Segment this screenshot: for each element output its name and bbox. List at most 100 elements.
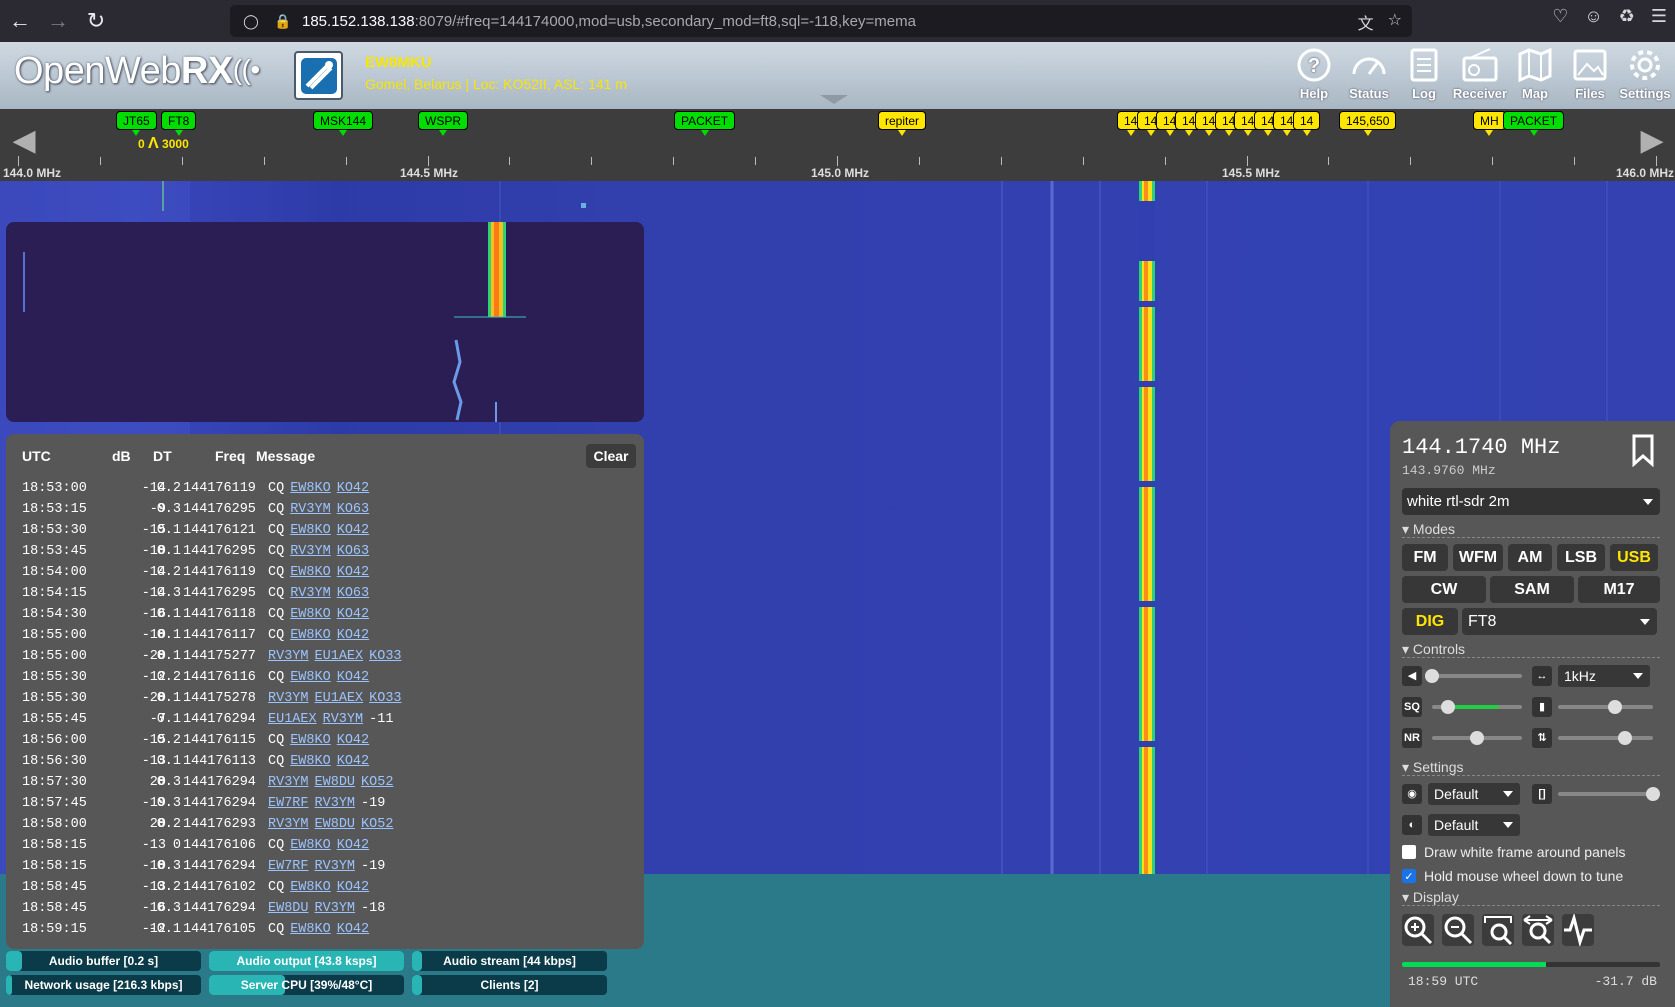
zoom-in-button[interactable]	[1402, 914, 1434, 946]
section-controls[interactable]: ▾ Controls	[1402, 641, 1660, 658]
pocket-icon[interactable]: ♡	[1552, 6, 1568, 27]
sdr-profile-select[interactable]: white rtl-sdr 2m	[1402, 488, 1660, 515]
bookmark-ft8[interactable]: FT8	[161, 111, 197, 136]
gain-icon[interactable]: ⇅	[1532, 728, 1552, 748]
frequency-scale[interactable]: ◀ ▶ JT65 FT8 MSK144 WSPR PACKET repiter 14 14 14…	[0, 109, 1675, 181]
wheel-tune-checkbox[interactable]: ✓	[1402, 869, 1416, 883]
callsign-link[interactable]: RV3YM	[315, 901, 356, 916]
header-collapse-toggle[interactable]	[820, 95, 848, 104]
mode-fm-button[interactable]: FM	[1402, 544, 1448, 571]
callsign-link[interactable]: RV3YM	[268, 691, 309, 706]
bookmark-msk144[interactable]: MSK144	[313, 111, 374, 136]
zoom-out-button[interactable]	[1442, 914, 1474, 946]
callsign-link[interactable]: KO42	[337, 880, 369, 895]
agc-icon[interactable]: ▮	[1532, 697, 1552, 717]
callsign-link[interactable]: EU1AEX	[315, 691, 364, 706]
callsign-link[interactable]: KO42	[337, 523, 369, 538]
callsign-link[interactable]: EW8KO	[290, 670, 331, 685]
white-frame-checkbox-row[interactable]: Draw white frame around panels	[1402, 844, 1626, 860]
callsign-link[interactable]: EW8KO	[290, 523, 331, 538]
secondary-waterfall[interactable]	[6, 222, 644, 422]
callsign-link[interactable]: EU1AEX	[315, 649, 364, 664]
squelch-slider-knob[interactable]	[1441, 700, 1456, 714]
callsign-link[interactable]: EW8KO	[290, 607, 331, 622]
callsign-link[interactable]: RV3YM	[268, 649, 309, 664]
callsign-link[interactable]: KO33	[369, 649, 401, 664]
callsign-link[interactable]: RV3YM	[315, 796, 356, 811]
callsign-link[interactable]: KO52	[361, 775, 393, 790]
status-button[interactable]: Status	[1341, 46, 1397, 106]
contrast-select[interactable]: Default	[1428, 814, 1520, 836]
callsign-link[interactable]: KO42	[337, 607, 369, 622]
translate-icon[interactable]: 文	[1358, 10, 1374, 34]
callsign-link[interactable]: EW8KO	[290, 838, 331, 853]
bookmark-mh[interactable]: MH	[1473, 111, 1506, 136]
bookmark-star-icon[interactable]: ☆	[1388, 10, 1402, 34]
noise-reduction-icon[interactable]: NR	[1402, 728, 1422, 748]
callsign-link[interactable]: KO42	[337, 754, 369, 769]
white-frame-checkbox[interactable]	[1402, 845, 1416, 859]
callsign-link[interactable]: EW8DU	[315, 775, 356, 790]
account-icon[interactable]: ☺	[1584, 6, 1602, 27]
bandwidth-icon[interactable]: ↔	[1532, 666, 1552, 686]
callsign-link[interactable]: KO42	[337, 670, 369, 685]
menu-icon[interactable]: ☰	[1651, 6, 1667, 27]
bookmark-jt65[interactable]: JT65	[116, 111, 157, 136]
section-display[interactable]: ▾ Display	[1402, 889, 1660, 906]
noise-reduction-slider-knob[interactable]	[1470, 731, 1484, 745]
callsign-link[interactable]: RV3YM	[290, 586, 331, 601]
callsign-link[interactable]: EW8KO	[290, 880, 331, 895]
agc-slider[interactable]	[1558, 700, 1653, 714]
callsign-link[interactable]: KO52	[361, 817, 393, 832]
add-bookmark-icon[interactable]	[1628, 433, 1658, 467]
reload-icon[interactable]: ↻	[78, 5, 114, 37]
spectrum-toggle-button[interactable]	[1562, 912, 1594, 948]
address-bar[interactable]: ◯ 🔒 185.152.138.138:8079/#freq=144174000…	[230, 5, 1412, 37]
help-button[interactable]: ? Help	[1286, 46, 1342, 106]
tuning-step-select[interactable]: 1kHz	[1558, 665, 1650, 687]
bookmark-repiter[interactable]: repiter	[878, 111, 927, 136]
callsign-link[interactable]: EW7RF	[268, 859, 309, 874]
callsign-link[interactable]: RV3YM	[268, 775, 309, 790]
volume-slider-knob[interactable]	[1425, 669, 1439, 683]
passband-indicator[interactable]: 0 Λ 3000	[138, 135, 189, 153]
bookmark-14[interactable]: 14	[1293, 111, 1321, 136]
mode-sam-button[interactable]: SAM	[1490, 576, 1574, 603]
wheel-tune-checkbox-row[interactable]: ✓ Hold mouse wheel down to tune	[1402, 868, 1623, 884]
scroll-left-arrow-icon[interactable]: ◀	[6, 123, 42, 159]
callsign-link[interactable]: RV3YM	[290, 544, 331, 559]
extensions-icon[interactable]: ♻	[1619, 6, 1635, 27]
bookmark-wspr[interactable]: WSPR	[418, 111, 468, 136]
callsign-link[interactable]: RV3YM	[290, 502, 331, 517]
forward-arrow-icon[interactable]: →	[40, 5, 76, 37]
files-button[interactable]: Files	[1562, 46, 1618, 106]
lock-icon[interactable]: 🔒	[272, 13, 294, 30]
callsign-link[interactable]: EW8KO	[290, 922, 331, 937]
mode-lsb-button[interactable]: LSB	[1557, 544, 1605, 571]
bookmark-145-650[interactable]: 145,650	[1339, 111, 1397, 136]
mode-am-button[interactable]: AM	[1508, 544, 1552, 571]
callsign-link[interactable]: EW7RF	[268, 796, 309, 811]
contrast-icon[interactable]: ◐	[1402, 815, 1422, 835]
mode-dig-button[interactable]: DIG	[1402, 608, 1458, 635]
callsign-link[interactable]: RV3YM	[268, 817, 309, 832]
zoom-fit-button[interactable]	[1522, 914, 1554, 946]
url-text[interactable]: 185.152.138.138:8079/#freq=144174000,mod…	[302, 13, 916, 30]
digital-mode-select[interactable]: FT8	[1462, 608, 1657, 635]
agc-slider-knob[interactable]	[1608, 700, 1622, 714]
settings-button[interactable]: Settings	[1617, 46, 1673, 106]
zoom-range-slider-knob[interactable]	[1646, 787, 1660, 801]
callsign-link[interactable]: EW8KO	[290, 628, 331, 643]
shield-icon[interactable]: ◯	[240, 13, 262, 30]
mode-usb-button[interactable]: USB	[1610, 544, 1658, 571]
callsign-link[interactable]: RV3YM	[323, 712, 364, 727]
callsign-link[interactable]: KO42	[337, 838, 369, 853]
callsign-link[interactable]: EW8DU	[315, 817, 356, 832]
mode-wfm-button[interactable]: WFM	[1453, 544, 1503, 571]
callsign-link[interactable]: KO42	[337, 565, 369, 580]
callsign-link[interactable]: KO33	[369, 691, 401, 706]
receiver-button[interactable]: Receiver	[1452, 46, 1508, 106]
scroll-right-arrow-icon[interactable]: ▶	[1634, 123, 1670, 159]
volume-slider[interactable]	[1425, 669, 1522, 683]
callsign-link[interactable]: EU1AEX	[268, 712, 317, 727]
